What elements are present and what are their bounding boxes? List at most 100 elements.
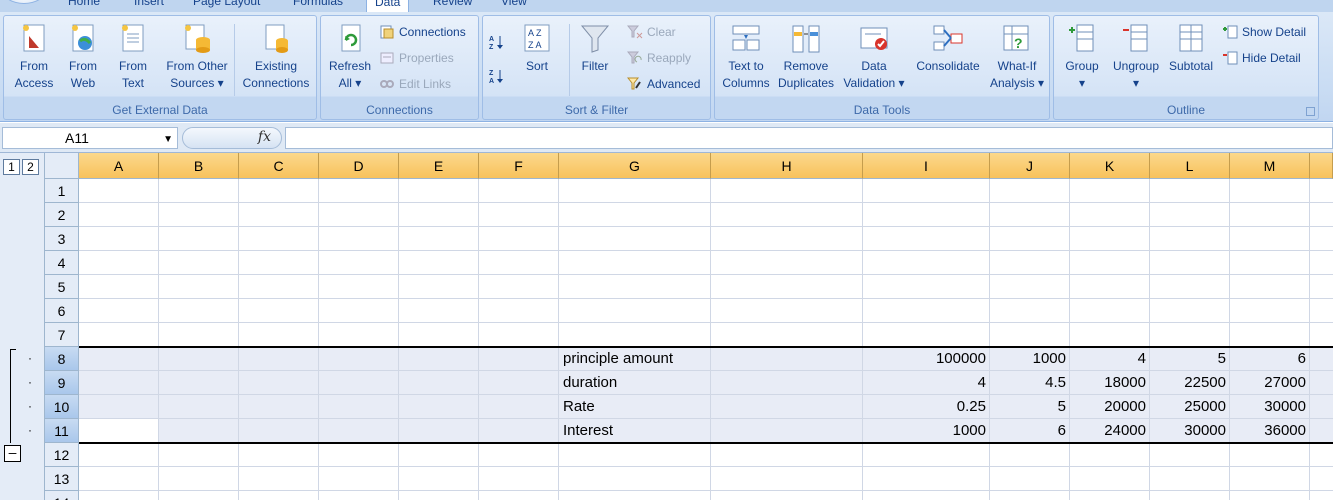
formula-input[interactable]: [285, 127, 1333, 149]
office-button[interactable]: [2, 0, 46, 4]
group-button[interactable]: Group ▾: [1056, 22, 1108, 92]
column-header-n[interactable]: [1310, 153, 1333, 179]
row-header-4[interactable]: 4: [45, 251, 79, 275]
name-box-dropdown-icon[interactable]: ▼: [163, 130, 173, 150]
clear-filter-button[interactable]: Clear: [627, 24, 676, 40]
cell-i11[interactable]: 1000: [863, 419, 990, 443]
cell-j10[interactable]: 5: [990, 395, 1070, 419]
data-validation-button[interactable]: Data Validation ▾: [839, 22, 909, 92]
column-header-m[interactable]: M: [1230, 153, 1310, 179]
tab-formulas[interactable]: Formulas: [293, 0, 343, 8]
existing-connections-button[interactable]: Existing Connections: [238, 22, 314, 92]
outline-dot: ·: [28, 423, 32, 437]
what-if-analysis-button[interactable]: ? What-If Analysis ▾: [987, 22, 1047, 92]
cell-l9[interactable]: 22500: [1150, 371, 1230, 395]
cell-j8[interactable]: 1000: [990, 347, 1070, 371]
cell-k11[interactable]: 24000: [1070, 419, 1150, 443]
outline-level-1-button[interactable]: 1: [3, 159, 20, 175]
cell-j9[interactable]: 4.5: [990, 371, 1070, 395]
cell-g9[interactable]: duration: [559, 371, 711, 395]
column-header-j[interactable]: J: [990, 153, 1070, 179]
outline-level-2-button[interactable]: 2: [22, 159, 39, 175]
row-header-8[interactable]: 8: [45, 347, 79, 371]
tab-view[interactable]: View: [501, 0, 527, 8]
row-header-2[interactable]: 2: [45, 203, 79, 227]
ungroup-icon: [1123, 24, 1148, 52]
cell-k8[interactable]: 4: [1070, 347, 1150, 371]
column-header-a[interactable]: A: [79, 153, 159, 179]
cell-m8[interactable]: 6: [1230, 347, 1310, 371]
outline-dialog-launcher-icon[interactable]: [1306, 107, 1315, 116]
tab-page-layout[interactable]: Page Layout: [193, 0, 260, 8]
reapply-button[interactable]: Reapply: [627, 50, 691, 66]
row-header-5[interactable]: 5: [45, 275, 79, 299]
cell-l8[interactable]: 5: [1150, 347, 1230, 371]
from-text-button[interactable]: From Text: [108, 22, 158, 92]
active-cell-a11[interactable]: [79, 419, 159, 443]
cell-i8[interactable]: 100000: [863, 347, 990, 371]
gridline: [1309, 179, 1310, 500]
text-to-columns-button[interactable]: Text to Columns: [717, 22, 775, 92]
column-header-k[interactable]: K: [1070, 153, 1150, 179]
refresh-all-button[interactable]: Refresh All ▾: [324, 22, 376, 92]
subtotal-button[interactable]: Subtotal: [1164, 22, 1218, 75]
cell-m9[interactable]: 27000: [1230, 371, 1310, 395]
cell-m11[interactable]: 36000: [1230, 419, 1310, 443]
column-header-c[interactable]: C: [239, 153, 319, 179]
column-header-f[interactable]: F: [479, 153, 559, 179]
row-header-6[interactable]: 6: [45, 299, 79, 323]
cell-j11[interactable]: 6: [990, 419, 1070, 443]
sort-button[interactable]: A ZZ A Sort: [517, 22, 557, 75]
properties-button[interactable]: Properties: [379, 50, 454, 66]
cell-k10[interactable]: 20000: [1070, 395, 1150, 419]
column-header-g[interactable]: G: [559, 153, 711, 179]
connections-button[interactable]: Connections: [379, 24, 466, 40]
row-header-10[interactable]: 10: [45, 395, 79, 419]
cell-m10[interactable]: 30000: [1230, 395, 1310, 419]
column-header-i[interactable]: I: [863, 153, 990, 179]
show-detail-button[interactable]: Show Detail: [1222, 24, 1306, 40]
tab-insert[interactable]: Insert: [134, 0, 164, 8]
svg-text:Z: Z: [489, 70, 494, 77]
tab-home[interactable]: Home: [68, 0, 100, 8]
row-header-9[interactable]: 9: [45, 371, 79, 395]
row-header-14[interactable]: 14: [45, 491, 79, 500]
cell-g10[interactable]: Rate: [559, 395, 711, 419]
advanced-filter-button[interactable]: Advanced: [627, 76, 700, 92]
row-header-13[interactable]: 13: [45, 467, 79, 491]
row-header-12[interactable]: 12: [45, 443, 79, 467]
from-web-button[interactable]: From Web: [58, 22, 108, 92]
cell-i9[interactable]: 4: [863, 371, 990, 395]
cell-g11[interactable]: Interest: [559, 419, 711, 443]
row-header-11[interactable]: 11: [45, 419, 79, 443]
cell-k9[interactable]: 18000: [1070, 371, 1150, 395]
cell-g8[interactable]: principle amount: [559, 347, 711, 371]
cell-l11[interactable]: 30000: [1150, 419, 1230, 443]
hide-detail-button[interactable]: Hide Detail: [1222, 50, 1301, 66]
column-header-l[interactable]: L: [1150, 153, 1230, 179]
column-header-b[interactable]: B: [159, 153, 239, 179]
tab-review[interactable]: Review: [433, 0, 472, 8]
select-all-corner[interactable]: [45, 153, 79, 179]
name-box[interactable]: A11 ▼: [2, 127, 178, 149]
column-header-e[interactable]: E: [399, 153, 479, 179]
insert-function-icon[interactable]: fx: [258, 129, 271, 145]
row-header-7[interactable]: 7: [45, 323, 79, 347]
tab-data[interactable]: Data: [366, 0, 410, 12]
edit-links-button[interactable]: Edit Links: [379, 76, 451, 92]
row-header-1[interactable]: 1: [45, 179, 79, 203]
cell-l10[interactable]: 25000: [1150, 395, 1230, 419]
cell-i10[interactable]: 0.25: [863, 395, 990, 419]
filter-button[interactable]: Filter: [573, 22, 617, 75]
ungroup-button[interactable]: Ungroup ▾: [1108, 22, 1164, 92]
row-header-3[interactable]: 3: [45, 227, 79, 251]
from-access-button[interactable]: From Access: [8, 22, 60, 92]
sort-z-to-a-button[interactable]: ZA: [489, 68, 505, 84]
column-header-d[interactable]: D: [319, 153, 399, 179]
collapse-group-button[interactable]: –: [4, 445, 21, 462]
from-other-sources-button[interactable]: From Other Sources ▾: [158, 22, 236, 92]
consolidate-button[interactable]: Consolidate: [911, 22, 985, 75]
remove-duplicates-button[interactable]: Remove Duplicates: [775, 22, 837, 92]
sort-a-to-z-button[interactable]: AZ: [489, 34, 505, 50]
column-header-h[interactable]: H: [711, 153, 863, 179]
